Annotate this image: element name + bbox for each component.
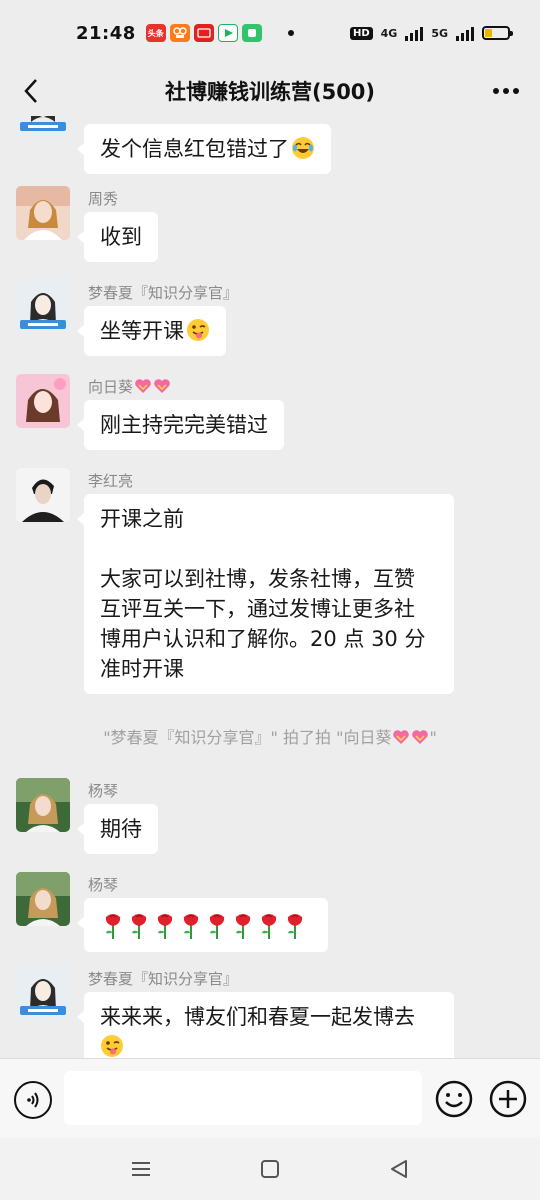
voice-input-button[interactable] xyxy=(14,1081,52,1119)
message-bubble[interactable]: 来来来，博友们和春夏一起发博去 xyxy=(77,992,454,1060)
avatar[interactable] xyxy=(16,778,70,832)
status-indicators: HD 4G 5G xyxy=(349,25,513,41)
more-dots-icon xyxy=(493,88,519,94)
sender-name: 杨琴 xyxy=(88,876,119,894)
wink-tongue-emoji xyxy=(187,319,209,341)
message-bubble[interactable]: 坐等开课 xyxy=(77,306,226,356)
voice-icon xyxy=(27,1092,39,1108)
avatar[interactable] xyxy=(16,280,70,334)
notification-icons: 头条 xyxy=(145,24,262,42)
wink-tongue-emoji xyxy=(101,1035,123,1057)
back-triangle-icon xyxy=(391,1160,407,1178)
signal-icon xyxy=(456,25,474,41)
rose-emoji xyxy=(287,914,303,939)
status-bar: 21:48 头条 HD 4G 5G xyxy=(0,0,540,66)
chevron-left-icon xyxy=(24,79,37,103)
rose-emoji xyxy=(261,914,277,939)
smiley-icon xyxy=(435,1080,473,1118)
message-input-bar xyxy=(0,1058,540,1138)
network-label-5g: 5G xyxy=(431,26,448,40)
avatar[interactable] xyxy=(16,374,70,428)
message-bubble[interactable]: 发个信息红包错过了 xyxy=(77,124,331,174)
home-square-icon xyxy=(261,1160,279,1178)
message-bubble[interactable]: 开课之前 大家可以到社博，发条社博，互赞 互评互关一下，通过发博让更多社 博用户… xyxy=(77,494,454,694)
rose-emoji xyxy=(235,914,251,939)
sender-name: 周秀 xyxy=(88,190,119,208)
menu-lines-icon xyxy=(132,1162,150,1176)
sender-name: 梦春夏『知识分享官』 xyxy=(88,970,239,988)
rose-emoji xyxy=(183,914,199,939)
avatar[interactable] xyxy=(16,468,70,522)
battery-icon xyxy=(482,26,513,40)
avatar[interactable] xyxy=(16,872,70,926)
sender-name: 向日葵 xyxy=(88,376,171,397)
recent-apps-button[interactable] xyxy=(126,1154,156,1184)
message-bubble[interactable]: 期待 xyxy=(77,804,158,854)
avatar[interactable] xyxy=(16,116,70,136)
rose-emoji xyxy=(131,914,147,939)
system-back-button[interactable] xyxy=(384,1154,414,1184)
chat-header: 社博赚钱训练营(500) xyxy=(0,66,540,116)
sender-name: 李红亮 xyxy=(88,472,134,490)
message-bubble[interactable]: 收到 xyxy=(77,212,158,262)
video-app-icon xyxy=(217,24,238,42)
message-text: 来来来，博友们和春夏一起发博去 xyxy=(100,1005,415,1029)
more-options-button[interactable] xyxy=(486,74,526,108)
message-text: 开课之前 xyxy=(100,507,184,531)
system-navigation-bar xyxy=(0,1138,540,1200)
system-tickle-note: "梦春夏『知识分享官』" 拍了拍 "向日葵 " xyxy=(103,728,437,747)
kuaishou-icon xyxy=(169,24,190,42)
avatar[interactable] xyxy=(16,966,70,1020)
toutiao-icon: 头条 xyxy=(145,24,166,42)
heart-emoji xyxy=(135,379,151,393)
chat-messages[interactable]: 发个信息红包错过了 周秀 收到 梦春夏『知识分享官』 坐等开课 向日葵 刚主持完… xyxy=(0,116,540,1060)
more-notifications-dot xyxy=(287,30,294,36)
avatar[interactable] xyxy=(16,186,70,240)
app-icon xyxy=(193,24,214,42)
heart-emoji xyxy=(154,379,170,393)
message-text: 博用户认识和了解你。20 点 30 分 xyxy=(100,627,426,651)
message-text xyxy=(100,1032,438,1060)
message-text: 准时开课 xyxy=(100,657,184,681)
home-button[interactable] xyxy=(255,1154,285,1184)
rose-emoji xyxy=(157,914,173,939)
rose-emoji xyxy=(209,914,225,939)
message-bubble[interactable]: 刚主持完完美错过 xyxy=(77,400,284,450)
rose-emoji xyxy=(105,914,121,939)
sender-name: 梦春夏『知识分享官』 xyxy=(88,284,239,302)
message-text: 刚主持完完美错过 xyxy=(100,413,268,437)
heart-emoji xyxy=(393,730,410,744)
message-input[interactable] xyxy=(64,1071,422,1125)
hd-badge: HD xyxy=(349,26,373,40)
message-bubble[interactable] xyxy=(77,898,328,952)
network-label-4g: 4G xyxy=(380,26,398,40)
message-text: 坐等开课 xyxy=(100,316,210,346)
sender-name: 杨琴 xyxy=(88,782,119,800)
back-button[interactable] xyxy=(14,74,48,108)
chat-title: 社博赚钱训练营(500) xyxy=(164,80,376,104)
green-app-icon xyxy=(241,24,262,42)
status-time: 21:48 xyxy=(76,22,136,44)
emoji-button[interactable] xyxy=(434,1079,474,1119)
signal-icon xyxy=(405,25,424,41)
message-text: 收到 xyxy=(100,225,142,249)
plus-circle-icon xyxy=(489,1080,527,1118)
message-text xyxy=(100,534,438,564)
message-text: 大家可以到社博，发条社博，互赞 xyxy=(100,567,415,591)
heart-emoji xyxy=(412,730,429,744)
message-text: 发个信息红包错过了 xyxy=(100,134,315,164)
more-functions-button[interactable] xyxy=(488,1079,528,1119)
laugh-cry-emoji xyxy=(292,137,314,159)
message-text: 期待 xyxy=(100,817,142,841)
message-text: 互评互关一下，通过发博让更多社 xyxy=(100,597,415,621)
